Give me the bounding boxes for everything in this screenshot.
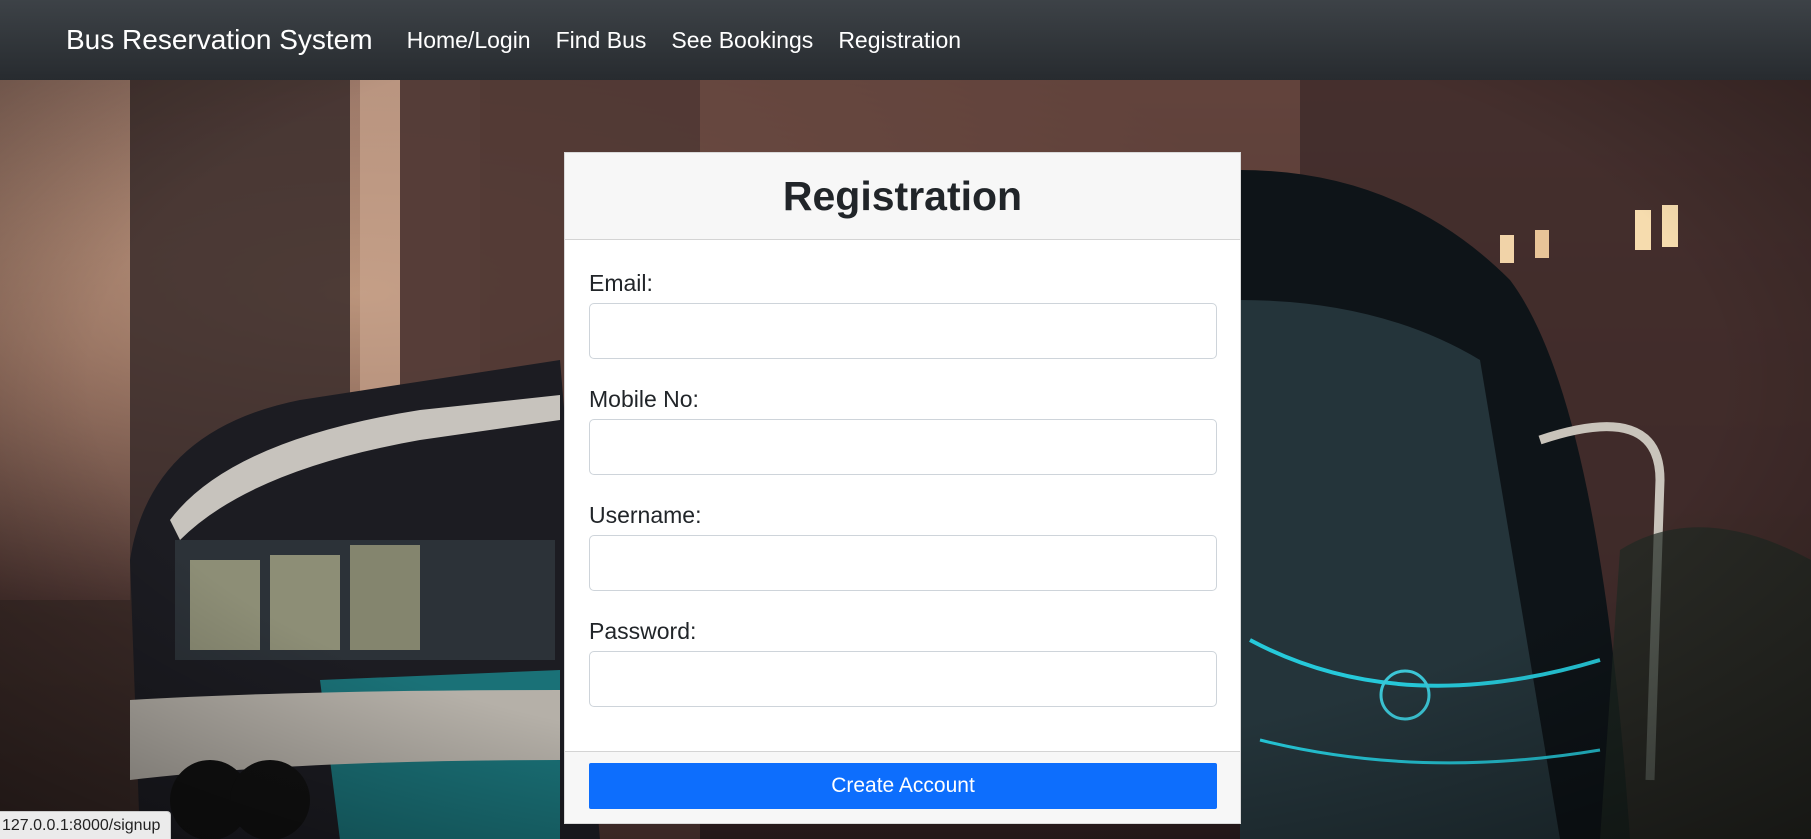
email-field-group: Email: xyxy=(589,270,1217,359)
password-label: Password: xyxy=(589,618,697,644)
username-field-group: Username: xyxy=(589,502,1217,591)
card-header: Registration xyxy=(565,153,1240,240)
mobile-label: Mobile No: xyxy=(589,386,699,412)
registration-card: Registration Email: Mobile No: Username:… xyxy=(564,152,1241,824)
create-account-button[interactable]: Create Account xyxy=(589,763,1217,809)
top-navbar: Bus Reservation System Home/Login Find B… xyxy=(0,0,1811,80)
email-input[interactable] xyxy=(589,303,1217,359)
email-label: Email: xyxy=(589,270,653,296)
page-title: Registration xyxy=(782,172,1023,219)
registration-form: Email: Mobile No: Username: Password: xyxy=(565,240,1240,751)
nav-see-bookings[interactable]: See Bookings xyxy=(671,27,813,54)
nav-home-login[interactable]: Home/Login xyxy=(407,27,531,54)
status-bar-url: 127.0.0.1:8000/signup xyxy=(0,811,172,839)
brand-link[interactable]: Bus Reservation System xyxy=(66,24,373,56)
username-input[interactable] xyxy=(589,535,1217,591)
mobile-input[interactable] xyxy=(589,419,1217,475)
nav-find-bus[interactable]: Find Bus xyxy=(556,27,647,54)
card-footer: Create Account xyxy=(565,751,1240,823)
nav-registration[interactable]: Registration xyxy=(838,27,961,54)
mobile-field-group: Mobile No: xyxy=(589,386,1217,475)
password-field-group: Password: xyxy=(589,618,1217,707)
password-input[interactable] xyxy=(589,651,1217,707)
username-label: Username: xyxy=(589,502,702,528)
